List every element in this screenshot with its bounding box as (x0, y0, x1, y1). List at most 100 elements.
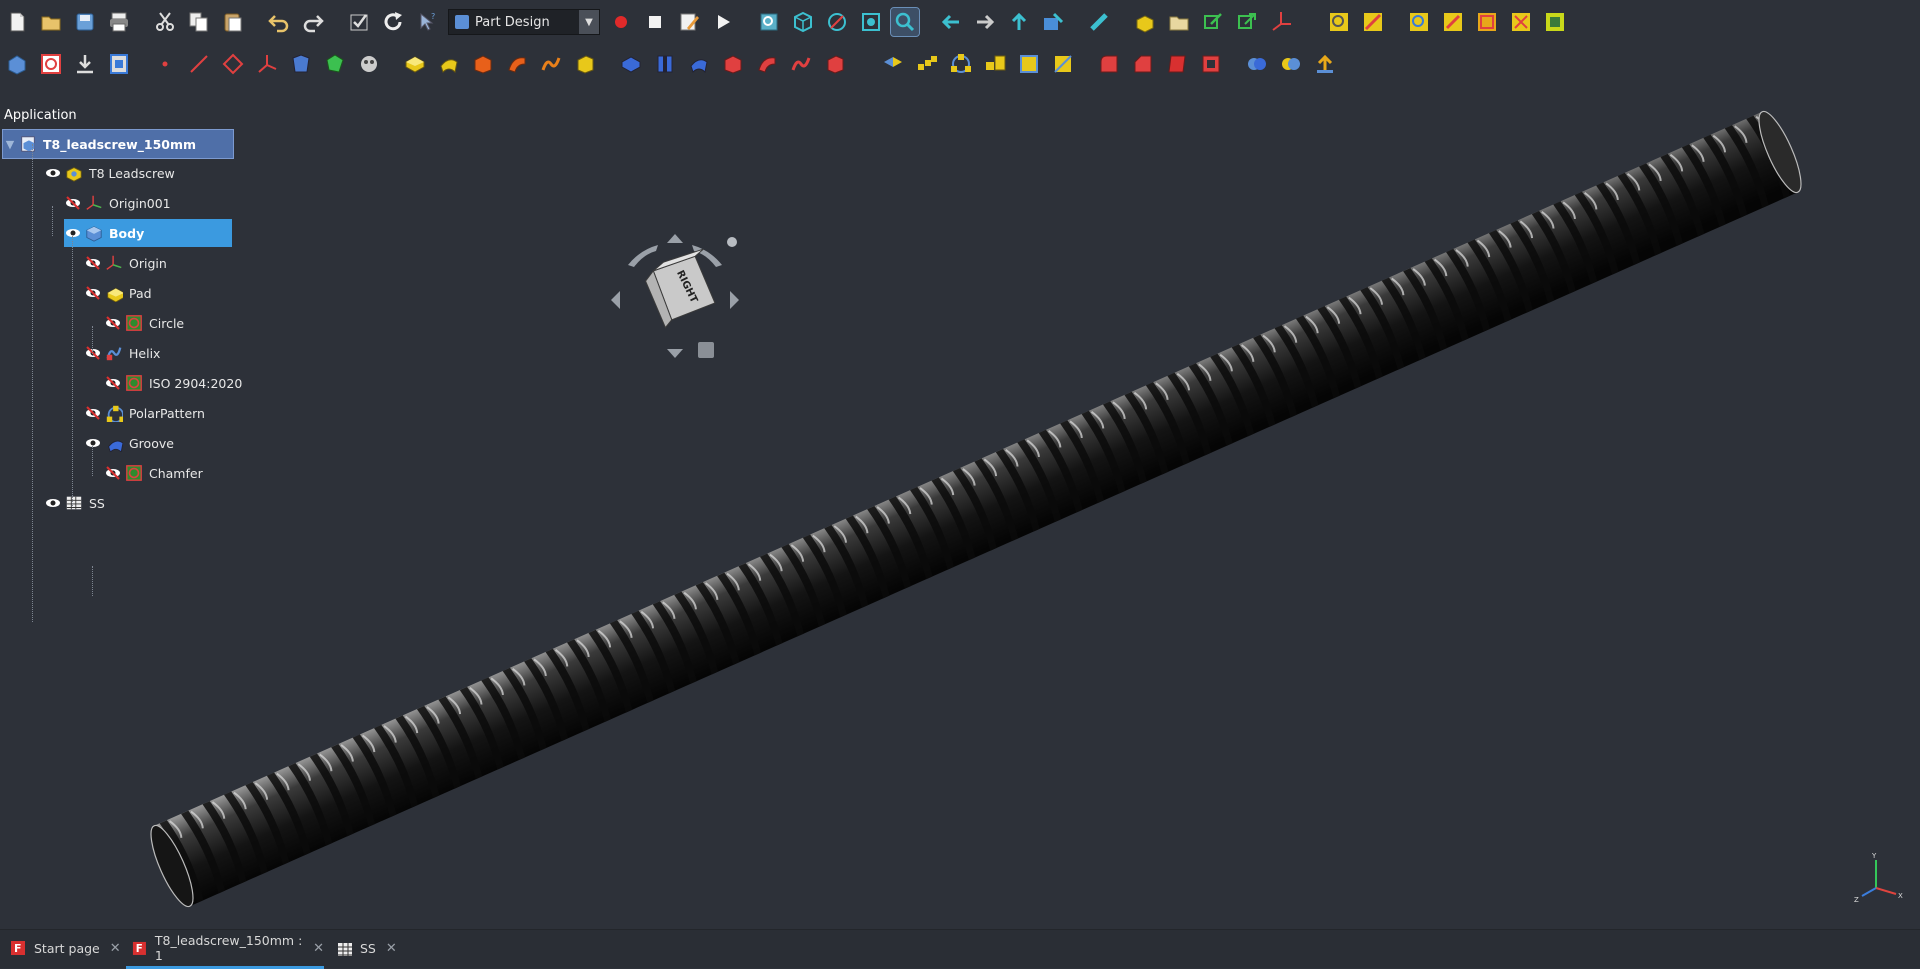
navigation-cube[interactable]: RIGHT (600, 230, 750, 370)
pocket-icon[interactable] (617, 50, 645, 78)
additive-helix-icon[interactable] (537, 50, 565, 78)
eye-icon[interactable] (64, 224, 82, 242)
collapse-toggle-icon[interactable]: ▼ (3, 137, 17, 151)
eye-hidden-icon[interactable] (104, 314, 122, 332)
tree-item-t8-leadscrew-150mm[interactable]: ▼ T8_leadscrew_150mm (2, 129, 234, 159)
validate-sketch-icon[interactable] (105, 50, 133, 78)
eye-hidden-icon[interactable] (84, 254, 102, 272)
tree-item-helix[interactable]: Helix (84, 339, 168, 367)
thickness-icon[interactable] (1197, 50, 1225, 78)
eye-icon[interactable] (44, 494, 62, 512)
cut-icon[interactable] (151, 8, 179, 36)
eye-icon[interactable] (84, 434, 102, 452)
screw-body[interactable] (154, 111, 1798, 907)
refresh-icon[interactable] (379, 8, 407, 36)
bounding-box-icon[interactable] (857, 8, 885, 36)
workbench-selector[interactable]: Part Design ▼ (448, 9, 600, 35)
multi-transform-2-icon[interactable] (1049, 50, 1077, 78)
open-file-icon[interactable] (37, 8, 65, 36)
run-macro-icon[interactable] (709, 8, 737, 36)
view-measure-2-icon[interactable] (1359, 8, 1387, 36)
copy-icon[interactable] (185, 8, 213, 36)
additive-pipe-icon[interactable] (503, 50, 531, 78)
datum-plane-icon[interactable] (219, 50, 247, 78)
subtractive-pipe-icon[interactable] (753, 50, 781, 78)
create-sketch-icon[interactable] (37, 50, 65, 78)
whats-this-icon[interactable]: ? (413, 8, 441, 36)
new-file-icon[interactable] (3, 8, 31, 36)
subtractive-box-icon[interactable] (821, 50, 849, 78)
up-arrow-icon[interactable] (1005, 8, 1033, 36)
analysis-2-icon[interactable] (1439, 8, 1467, 36)
eye-icon[interactable] (44, 164, 62, 182)
chamfer-icon[interactable] (1129, 50, 1157, 78)
hole-icon[interactable] (651, 50, 679, 78)
additive-box-icon[interactable] (571, 50, 599, 78)
local-cs-icon[interactable] (253, 50, 281, 78)
eye-hidden-icon[interactable] (104, 464, 122, 482)
redo-icon[interactable] (299, 8, 327, 36)
draw-style-icon[interactable] (823, 8, 851, 36)
datum-point-icon[interactable] (151, 50, 179, 78)
draft-icon[interactable] (1163, 50, 1191, 78)
fit-all-icon[interactable] (755, 8, 783, 36)
tree-item-groove[interactable]: Groove (84, 429, 182, 457)
eye-hidden-icon[interactable] (104, 374, 122, 392)
close-icon[interactable]: ✕ (313, 941, 324, 956)
tab-ss[interactable]: SS ✕ (330, 930, 420, 966)
tree-item-origin001[interactable]: Origin001 (64, 189, 179, 217)
revolution-icon[interactable] (435, 50, 463, 78)
tree-item-t8-leadscrew[interactable]: T8 Leadscrew (44, 159, 183, 187)
eye-hidden-icon[interactable] (84, 284, 102, 302)
create-part-icon[interactable] (1131, 8, 1159, 36)
tab-t8-leadscrew-150mm-1[interactable]: F T8_leadscrew_150mm : 1 ✕ (126, 930, 324, 969)
leadscrew-model[interactable] (143, 107, 1809, 911)
multi-transform-icon[interactable] (1015, 50, 1043, 78)
analysis-4-icon[interactable] (1507, 8, 1535, 36)
link-sub-icon[interactable] (1233, 8, 1261, 36)
tree-item-origin[interactable]: Origin (84, 249, 175, 277)
analysis-1-icon[interactable] (1405, 8, 1433, 36)
clone-icon[interactable] (355, 50, 383, 78)
eye-hidden-icon[interactable] (84, 404, 102, 422)
tree-item-body[interactable]: Body (64, 219, 232, 247)
tree-item-circle[interactable]: Circle (104, 309, 192, 337)
additive-loft-icon[interactable] (469, 50, 497, 78)
linear-pattern-icon[interactable] (913, 50, 941, 78)
datum-line-icon[interactable] (185, 50, 213, 78)
scaled-icon[interactable] (981, 50, 1009, 78)
analysis-5-icon[interactable] (1541, 8, 1569, 36)
record-macro-icon[interactable] (607, 8, 635, 36)
subtractive-loft-icon[interactable] (719, 50, 747, 78)
groove-icon[interactable] (685, 50, 713, 78)
create-group-icon[interactable] (1165, 8, 1193, 36)
boolean-icon[interactable] (1243, 50, 1271, 78)
import-icon[interactable] (71, 50, 99, 78)
measure-view-icon[interactable] (1039, 8, 1067, 36)
save-icon[interactable] (71, 8, 99, 36)
link-make-icon[interactable] (1199, 8, 1227, 36)
analysis-3-icon[interactable] (1473, 8, 1501, 36)
isometric-view-icon[interactable] (789, 8, 817, 36)
subshape-binder-icon[interactable] (321, 50, 349, 78)
fillet-icon[interactable] (1095, 50, 1123, 78)
tree-item-chamfer[interactable]: Chamfer (104, 459, 211, 487)
undo-icon[interactable] (265, 8, 293, 36)
tab-start-page[interactable]: F Start page ✕ (4, 930, 122, 966)
edit-macro-icon[interactable] (675, 8, 703, 36)
3d-viewport[interactable] (0, 0, 1920, 967)
tree-item-iso-2904-2020[interactable]: ISO 2904:2020 (104, 369, 250, 397)
forward-arrow-icon[interactable] (971, 8, 999, 36)
axes-cross-icon[interactable] (1267, 8, 1295, 36)
polar-pattern-icon[interactable] (947, 50, 975, 78)
back-arrow-icon[interactable] (937, 8, 965, 36)
recompute-check-icon[interactable] (345, 8, 373, 36)
paste-icon[interactable] (219, 8, 247, 36)
close-icon[interactable]: ✕ (110, 941, 121, 956)
subtractive-helix-icon[interactable] (787, 50, 815, 78)
pad-icon[interactable] (401, 50, 429, 78)
tree-item-polarpattern[interactable]: PolarPattern (84, 399, 213, 427)
zoom-selection-icon[interactable] (890, 7, 920, 37)
create-body-icon[interactable] (3, 50, 31, 78)
chevron-down-icon[interactable]: ▼ (579, 10, 599, 34)
